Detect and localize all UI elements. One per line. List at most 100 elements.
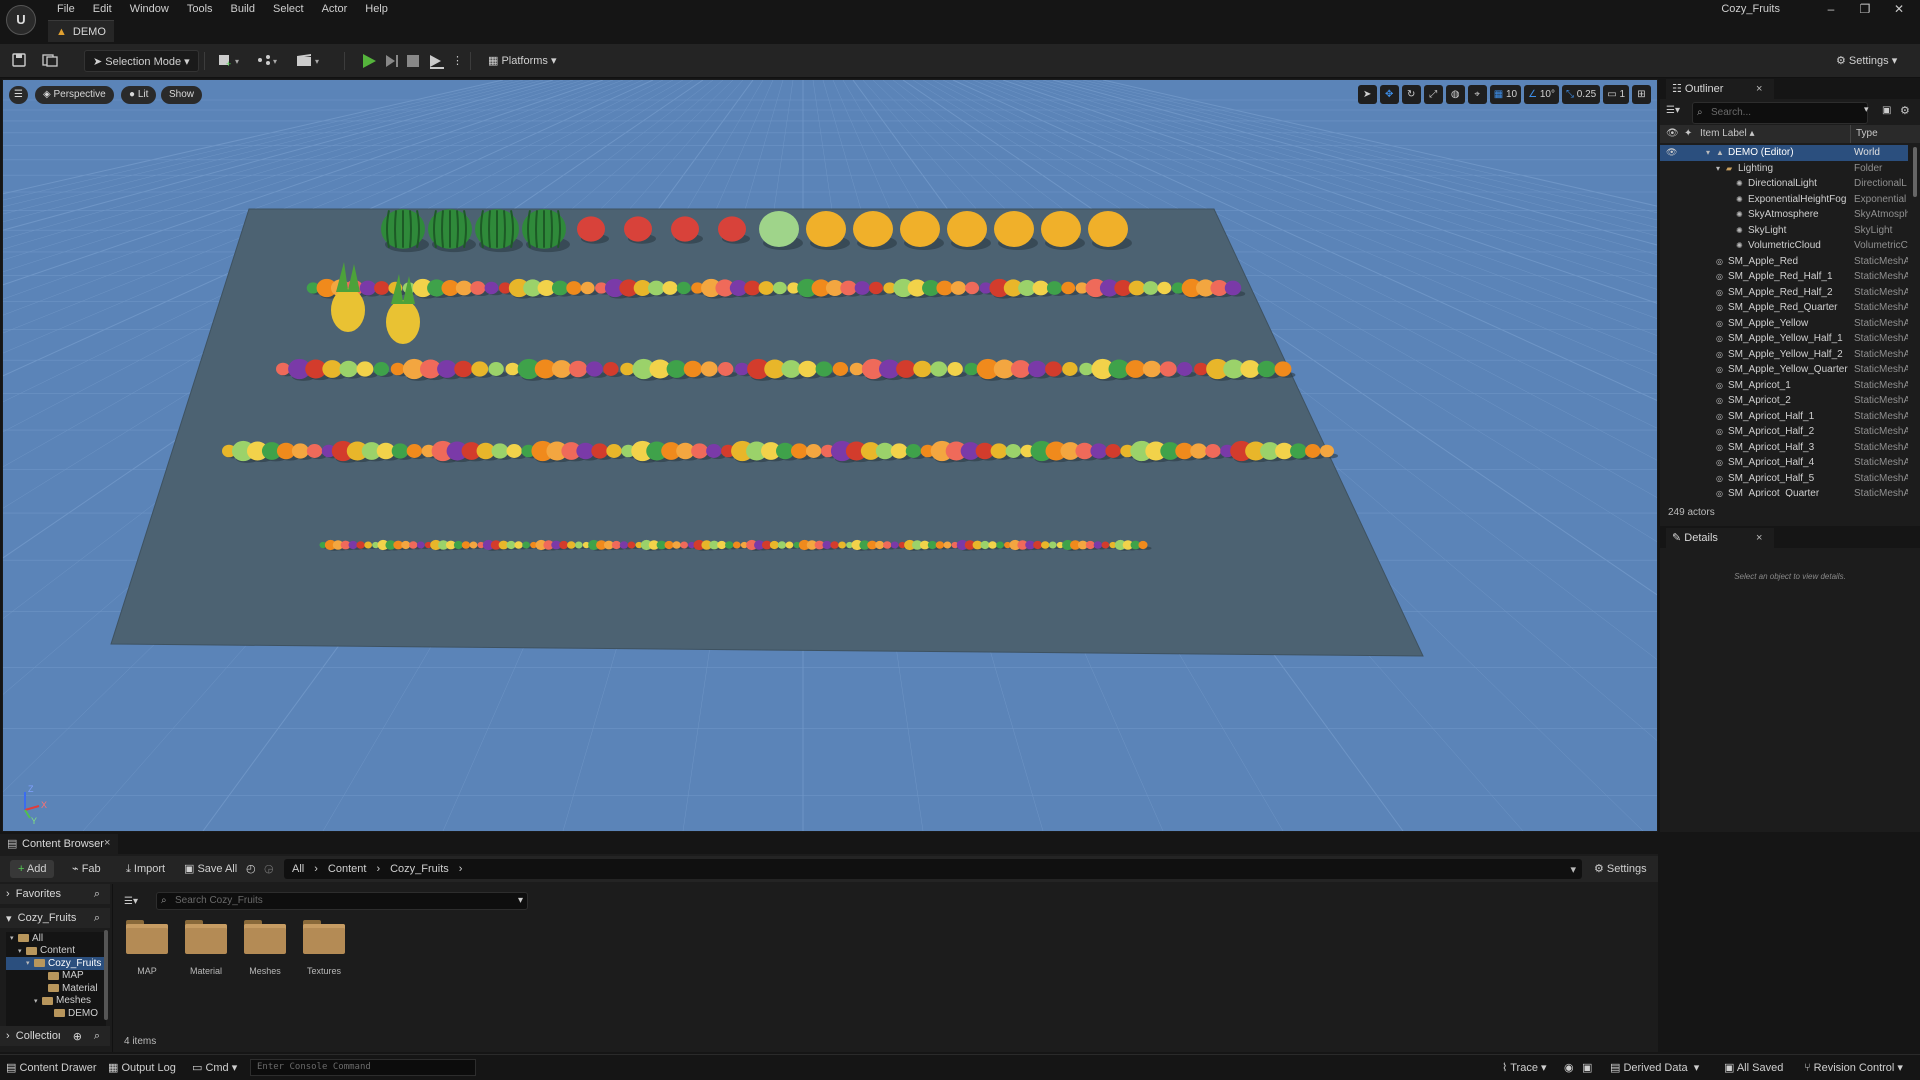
outliner-row[interactable]: ◎ SM_Apricot_Half_5 StaticMeshA: [1660, 471, 1908, 487]
cinematics-icon[interactable]: ▾: [296, 53, 324, 75]
save-all-button[interactable]: ▣ Save All: [184, 860, 237, 878]
fruit-mesh[interactable]: [994, 211, 1034, 247]
breadcrumb-all[interactable]: All: [292, 863, 304, 875]
fruit-mesh[interactable]: [374, 281, 390, 295]
fruit-mesh[interactable]: [822, 540, 832, 550]
fruit-mesh[interactable]: [1085, 540, 1095, 550]
fruit-mesh[interactable]: [580, 281, 595, 295]
show-button[interactable]: Show: [161, 86, 203, 104]
fruit-mesh[interactable]: [339, 360, 358, 378]
fruit-mesh[interactable]: [1032, 280, 1049, 296]
fruit-mesh[interactable]: [1105, 444, 1121, 458]
folder-tile[interactable]: Textures: [295, 920, 353, 976]
grid-snap-button[interactable]: ▦ 10: [1489, 85, 1522, 104]
fruit-mesh[interactable]: [1320, 444, 1334, 458]
fruit-mesh[interactable]: [815, 361, 833, 377]
history-back-icon[interactable]: ◴: [246, 860, 256, 878]
fruit-mesh[interactable]: [735, 362, 750, 376]
menu-build[interactable]: Build: [222, 1, 264, 17]
folder-tree-item[interactable]: MAP: [6, 970, 106, 983]
record-icon[interactable]: ◉: [1564, 1060, 1574, 1076]
pineapple-mesh[interactable]: [386, 300, 420, 344]
chevron-down-icon[interactable]: ▾: [1706, 148, 1710, 157]
menu-window[interactable]: Window: [121, 1, 178, 17]
fruit-mesh[interactable]: [996, 541, 1004, 549]
fruit-mesh[interactable]: [1062, 362, 1078, 376]
cb-search-input[interactable]: ⌕ Search Cozy_Fruits ▾: [156, 892, 528, 910]
fruit-mesh[interactable]: [905, 444, 922, 458]
fruit-mesh[interactable]: [1125, 360, 1146, 378]
perspective-button[interactable]: ◈ Perspective: [35, 86, 114, 104]
cozy-fruits-header[interactable]: ▾ Cozy_Fruits ⌕: [0, 908, 110, 928]
fruit-mesh[interactable]: [506, 444, 522, 458]
fruit-mesh[interactable]: [391, 443, 409, 459]
search-icon[interactable]: ⌕: [94, 888, 100, 901]
fruit-mesh[interactable]: [785, 541, 794, 549]
fruit-mesh[interactable]: [506, 540, 516, 550]
tree-scrollbar[interactable]: [104, 930, 108, 1020]
visibility-icon[interactable]: 👁: [1666, 128, 1679, 139]
fruit-mesh[interactable]: [671, 216, 699, 242]
fruit-mesh[interactable]: [1257, 360, 1276, 378]
favorites-header[interactable]: › Favorites ⌕: [0, 884, 110, 904]
fruit-mesh[interactable]: [980, 540, 990, 550]
select-tool-icon[interactable]: ➤: [1357, 85, 1377, 104]
play-icon[interactable]: [360, 52, 378, 74]
save-icon[interactable]: [12, 53, 26, 75]
cb-settings-button[interactable]: ⚙ Settings: [1594, 860, 1647, 878]
fruit-mesh[interactable]: [1159, 361, 1177, 377]
fruit-mesh[interactable]: [777, 541, 787, 549]
fruit-mesh[interactable]: [1061, 281, 1076, 295]
fruit-mesh[interactable]: [1128, 280, 1146, 296]
fruit-mesh[interactable]: [611, 540, 621, 550]
chevron-down-icon[interactable]: ▾: [1570, 863, 1576, 876]
fruit-mesh[interactable]: [947, 211, 987, 247]
fruit-mesh[interactable]: [471, 361, 489, 377]
outliner-row[interactable]: ◎ SM_Apricot_Half_2 StaticMeshA: [1660, 424, 1908, 440]
item-label-column[interactable]: Item Label ▴: [1700, 128, 1755, 139]
fruit-mesh[interactable]: [522, 541, 530, 549]
fruit-mesh[interactable]: [514, 541, 523, 549]
search-icon[interactable]: ⌕: [94, 1030, 100, 1043]
fruit-mesh[interactable]: [790, 443, 808, 459]
fruit-mesh[interactable]: [935, 541, 945, 549]
fruit-mesh[interactable]: [769, 540, 779, 550]
outliner-row[interactable]: ◎ SM_Apple_Red_Half_1 StaticMeshA: [1660, 269, 1908, 285]
revision-control-dropdown[interactable]: ⑂ Revision Control ▾: [1804, 1060, 1903, 1076]
fruit-mesh[interactable]: [455, 280, 473, 296]
fruit-mesh[interactable]: [853, 211, 893, 247]
fruit-mesh[interactable]: [648, 280, 665, 296]
maximize-button[interactable]: ❐: [1848, 0, 1882, 18]
outliner-row[interactable]: ◎ SM_Apricot_Half_4 StaticMeshA: [1660, 455, 1908, 471]
fruit-mesh[interactable]: [838, 541, 846, 549]
add-collection-icon[interactable]: ⊕: [73, 1030, 82, 1043]
fruit-mesh[interactable]: [913, 360, 932, 378]
fruit-mesh[interactable]: [1079, 362, 1094, 376]
fruit-mesh[interactable]: [1041, 211, 1081, 247]
all-saved-button[interactable]: ▣ All Saved: [1724, 1060, 1783, 1076]
fruit-mesh[interactable]: [348, 540, 358, 550]
fruit-mesh[interactable]: [276, 362, 290, 376]
menu-tools[interactable]: Tools: [178, 1, 222, 17]
fruit-mesh[interactable]: [364, 541, 372, 549]
history-forward-icon[interactable]: ◶: [264, 860, 274, 878]
fruit-mesh[interactable]: [291, 443, 309, 459]
fruit-mesh[interactable]: [484, 281, 499, 295]
outliner-row[interactable]: ◎ SM_Apricot_Half_1 StaticMeshA: [1660, 409, 1908, 425]
fruit-mesh[interactable]: [683, 360, 702, 378]
add-actor-icon[interactable]: + ▾: [218, 53, 244, 75]
fruit-mesh[interactable]: [390, 362, 405, 376]
fruit-mesh[interactable]: [454, 360, 473, 378]
menu-select[interactable]: Select: [264, 1, 313, 17]
blueprint-icon[interactable]: ▾: [256, 53, 282, 75]
fruit-mesh[interactable]: [990, 443, 1008, 459]
breadcrumb-cozy-fruits[interactable]: Cozy_Fruits: [390, 863, 449, 875]
outliner-row[interactable]: ◎ SM_Apricot_1 StaticMeshA: [1660, 378, 1908, 394]
fruit-mesh[interactable]: [1090, 443, 1108, 459]
fruit-mesh[interactable]: [666, 360, 687, 378]
fruit-mesh[interactable]: [491, 443, 509, 459]
add-folder-icon[interactable]: ▣: [1882, 105, 1891, 116]
fruit-mesh[interactable]: [883, 541, 892, 549]
fruit-mesh[interactable]: [373, 362, 390, 376]
fruit-mesh[interactable]: [950, 281, 966, 295]
